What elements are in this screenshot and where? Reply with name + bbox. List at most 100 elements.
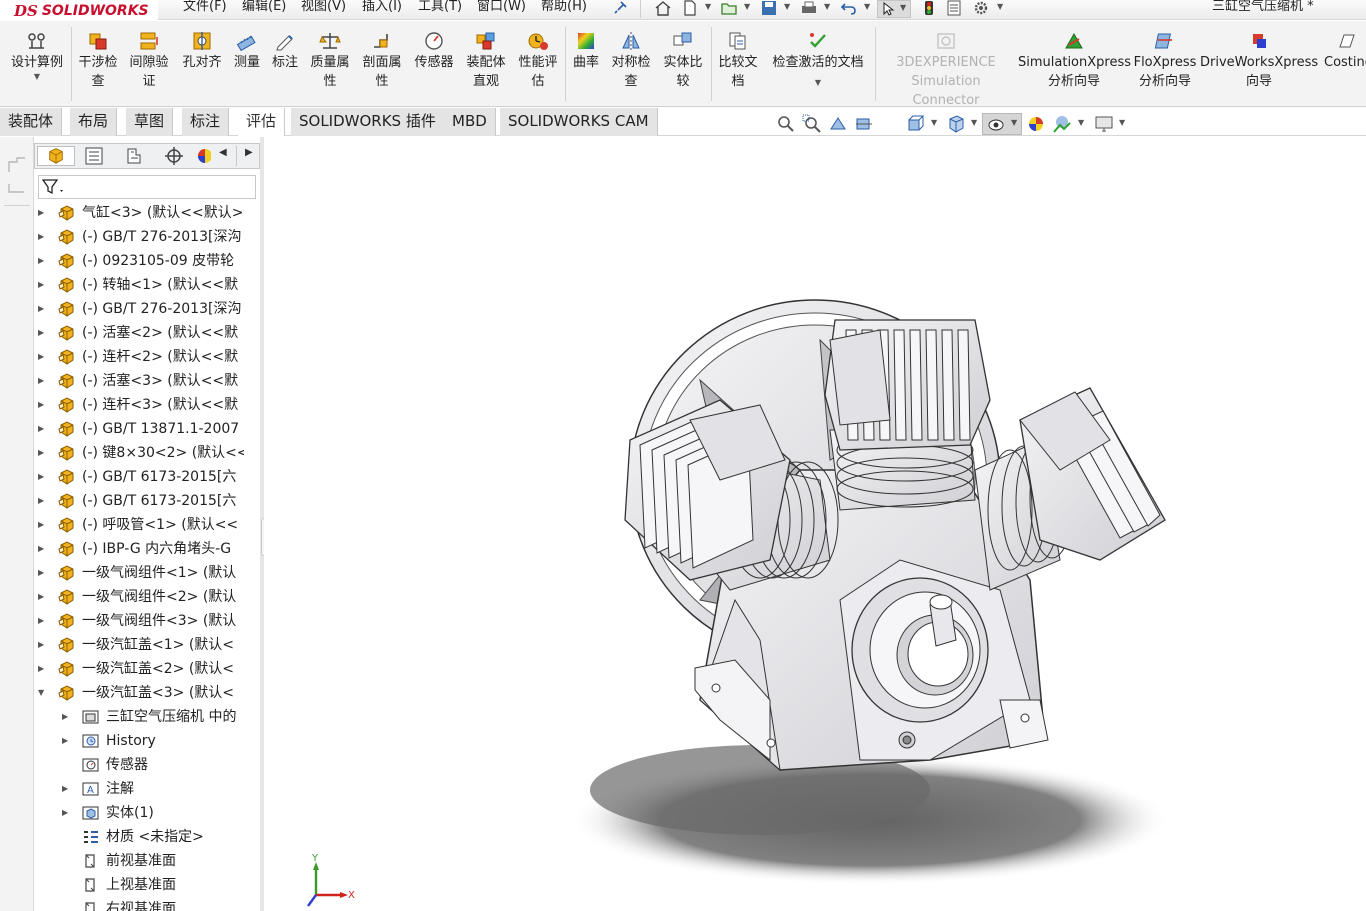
display-style-icon[interactable] [946,114,966,134]
save-icon[interactable] [760,0,778,16]
display-style-dropdown-icon[interactable]: ▼ [971,118,977,127]
tree-row[interactable]: ▶ 一级气阀组件<3> (默认 [34,609,244,633]
collapse-arrow-icon[interactable]: ▼ [38,681,48,705]
menu-tools[interactable]: 工具(T) [418,0,462,16]
design-study-button[interactable]: 设计算例 ▼ [4,27,70,82]
expand-arrow-icon[interactable]: ▶ [62,777,72,801]
file-properties-icon[interactable] [946,0,962,16]
expand-arrow-icon[interactable]: ▶ [38,201,48,225]
interference-detection-button[interactable]: 干涉检 查 [74,27,122,91]
tree-row[interactable]: ▶ (-) 键8×30<2> (默认<< [34,441,244,465]
zoom-to-fit-icon[interactable] [776,114,796,134]
undo-icon[interactable] [840,0,858,16]
section-view-icon[interactable] [854,114,874,134]
undo-dropdown-icon[interactable]: ▼ [864,2,870,11]
expand-arrow-icon[interactable]: ▶ [38,393,48,417]
section-properties-button[interactable]: 剖面属 性 [358,27,406,91]
dimxpert-manager-tab-icon[interactable] [155,146,193,166]
expand-arrow-icon[interactable]: ▶ [38,513,48,537]
sensor-button[interactable]: 传感器 [410,27,458,72]
tab-layout[interactable]: 布局 [70,108,118,136]
expand-arrow-icon[interactable]: ▶ [38,657,48,681]
tree-row[interactable]: ▶ 一级气阀组件<2> (默认 [34,585,244,609]
open-file-icon[interactable] [720,0,738,16]
tree-filter-box[interactable] [38,175,256,199]
expand-arrow-icon[interactable]: ▶ [38,225,48,249]
simulationxpress-button[interactable]: SimulationXpress 分析向导 [1018,27,1131,91]
curvature-button[interactable]: 曲率 [568,27,604,72]
tree-row[interactable]: ▶ (-) 活塞<3> (默认<<默 [34,369,244,393]
rebuild-icon[interactable] [922,0,936,16]
expand-arrow-icon[interactable]: ▶ [38,417,48,441]
tree-row[interactable]: ▶ 三缸空气压缩机 中的 [34,705,244,729]
tree-row[interactable]: ▶ (-) IBP-G 内六角堵头-G [34,537,244,561]
tree-row[interactable]: ▶ (-) 活塞<2> (默认<<默 [34,321,244,345]
symmetry-check-button[interactable]: 对称检 查 [606,27,656,91]
menu-file[interactable]: 文件(F) [183,0,227,16]
tree-row[interactable]: ▶ 一级汽缸盖<1> (默认< [34,633,244,657]
display-manager-tab-icon[interactable] [193,146,211,166]
hide-show-dropdown-icon[interactable]: ▼ [1011,118,1017,127]
clearance-verification-button[interactable]: 间隙验 证 [124,27,174,91]
view-settings-monitor-icon[interactable] [1094,114,1114,134]
tree-row[interactable]: ▶ (-) 连杆<3> (默认<<默 [34,393,244,417]
new-document-icon[interactable] [682,0,698,16]
tab-assembly[interactable]: 装配体 [0,108,63,136]
edit-appearance-icon[interactable] [1026,114,1046,134]
tree-row[interactable]: 右视基准面 [34,897,244,911]
tree-row[interactable]: ▶ (-) 转轴<1> (默认<<默 [34,273,244,297]
select-dropdown-icon[interactable]: ▼ [900,3,906,12]
menu-insert[interactable]: 插入(I) [362,0,402,16]
tree-row[interactable]: ▶ (-) 0923105-09 皮带轮 [34,249,244,273]
assembly-visualization-button[interactable]: 装配体 直观 [462,27,510,91]
expand-arrow-icon[interactable]: ▶ [38,369,48,393]
3dexperience-simulation-connector-button[interactable]: 3DEXPERIENCE Simulation Connector [878,27,1014,110]
tree-row[interactable]: ▶ (-) GB/T 13871.1-2007 [34,417,244,441]
tree-row[interactable]: ▶ 一级气阀组件<1> (默认 [34,561,244,585]
sketch-tool-icon[interactable] [6,155,28,175]
menu-view[interactable]: 视图(V) [301,0,346,16]
view-orientation-icon[interactable] [906,114,926,134]
tree-row[interactable]: ▶ (-) GB/T 6173-2015[六 [34,465,244,489]
expand-arrow-icon[interactable]: ▶ [38,297,48,321]
expand-arrow-icon[interactable]: ▶ [38,561,48,585]
tab-sketch[interactable]: 草图 [126,108,174,136]
options-dropdown-icon[interactable]: ▼ [997,2,1003,11]
expand-arrow-icon[interactable]: ▶ [62,801,72,825]
design-study-dropdown-icon[interactable]: ▼ [4,72,70,82]
expand-arrow-icon[interactable]: ▶ [38,321,48,345]
print-dropdown-icon[interactable]: ▼ [824,2,830,11]
tree-row[interactable]: ▶ (-) 呼吸管<1> (默认<< [34,513,244,537]
tree-row[interactable]: ▶ 气缸<3> (默认<<默认> [34,201,244,225]
mass-properties-button[interactable]: 质量属 性 [306,27,354,91]
tab-mbd[interactable]: MBD [444,108,496,136]
print-icon[interactable] [800,0,818,16]
tabs-scroll-left-icon[interactable]: ◀ [219,147,227,158]
featuremanager-tree-tab-icon[interactable] [37,146,75,166]
measure-button[interactable]: 测量 [230,27,264,72]
tab-solidworks-addins[interactable]: SOLIDWORKS 插件 [291,108,445,136]
costing-button[interactable]: Costing [1320,27,1366,72]
new-dropdown-icon[interactable]: ▼ [705,2,711,11]
solidworks-logo[interactable]: DS SOLIDWORKS [0,0,158,22]
check-active-document-button[interactable]: 检查激活的文档 ▼ [764,27,872,88]
expand-arrow-icon[interactable]: ▶ [38,465,48,489]
tree-row[interactable]: 材质 <未指定> [34,825,244,849]
tab-evaluate[interactable]: 评估 [238,108,286,136]
tree-row[interactable]: ▶ History [34,729,244,753]
configuration-manager-tab-icon[interactable] [115,146,153,166]
tree-row[interactable]: ▼ 一级汽缸盖<3> (默认< [34,681,244,705]
menu-window[interactable]: 窗口(W) [477,0,526,16]
apply-scene-icon[interactable] [1052,114,1072,134]
feature-tool-icon[interactable] [6,181,28,195]
expand-arrow-icon[interactable]: ▶ [38,273,48,297]
previous-view-icon[interactable] [828,114,848,134]
home-icon[interactable] [654,0,672,16]
tree-row[interactable]: ▶ (-) GB/T 6173-2015[六 [34,489,244,513]
expand-arrow-icon[interactable]: ▶ [38,441,48,465]
expand-arrow-icon[interactable]: ▶ [38,585,48,609]
tabs-scroll-right-icon[interactable]: ▶ [245,147,253,158]
property-manager-tab-icon[interactable] [75,146,113,166]
tree-row[interactable]: ▶ (-) GB/T 276-2013[深沟 [34,225,244,249]
tree-row[interactable]: ▶ A 注解 [34,777,244,801]
